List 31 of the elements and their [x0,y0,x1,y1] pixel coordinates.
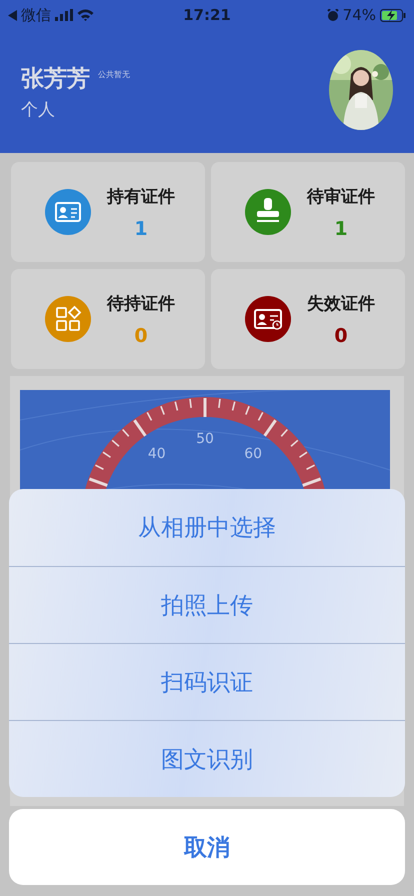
card-title: 待审证件 [307,186,375,208]
gauge-tick-label: 50 [196,431,214,447]
cancel-button[interactable]: 取消 [9,809,405,885]
action-option[interactable]: 从相册中选择 [9,489,405,566]
back-label[interactable]: 微信 [21,6,51,24]
stat-card[interactable]: 持有证件 1 [11,162,205,262]
battery-percent: 74% [342,6,376,24]
user-name: 张芳芳 [21,64,90,94]
time: 17:21 [183,6,231,24]
gauge-tick-label: 60 [244,446,262,462]
action-option[interactable]: 图文识别 [9,720,405,797]
user-tag: 公共暂无 [98,68,130,80]
action-option[interactable]: 扫码识证 [9,643,405,720]
stat-card[interactable]: 待审证件 1 [211,162,405,262]
stat-card[interactable]: 待持证件 0 [11,269,205,369]
card-count: 1 [334,218,348,240]
card-title: 失效证件 [307,292,375,314]
card-count: 1 [134,218,148,240]
stat-card[interactable]: 失效证件 0 [211,269,405,369]
action-option[interactable]: 拍照上传 [9,566,405,643]
card-count: 0 [334,324,348,346]
gauge-tick-label: 40 [148,446,166,462]
wifi-icon [77,9,94,21]
alarm-icon [326,8,339,22]
signal-icon [55,9,73,21]
card-count: 0 [134,324,148,346]
card-title: 持有证件 [107,186,175,208]
user-type: 个人 [21,98,56,120]
battery-charging-icon [380,8,406,22]
back-icon[interactable] [8,10,17,20]
card-title: 待持证件 [107,292,175,314]
